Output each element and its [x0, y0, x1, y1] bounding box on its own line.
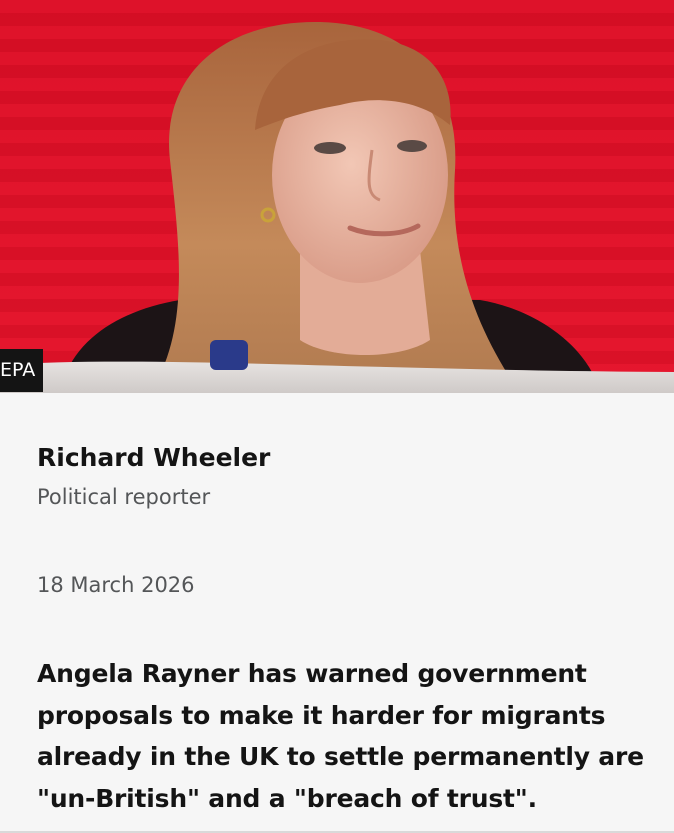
image-credit: EPA	[0, 349, 44, 392]
article-hero-image: EPA	[0, 0, 674, 393]
article-lead: Angela Rayner has warned government prop…	[37, 659, 644, 813]
author-role: Political reporter	[37, 485, 211, 509]
author-name[interactable]: Richard Wheeler	[37, 440, 637, 476]
portrait-photo-icon	[0, 0, 674, 393]
byline: Richard Wheeler Political reporter	[37, 440, 637, 512]
publish-date: 18 March 2026	[37, 573, 195, 597]
